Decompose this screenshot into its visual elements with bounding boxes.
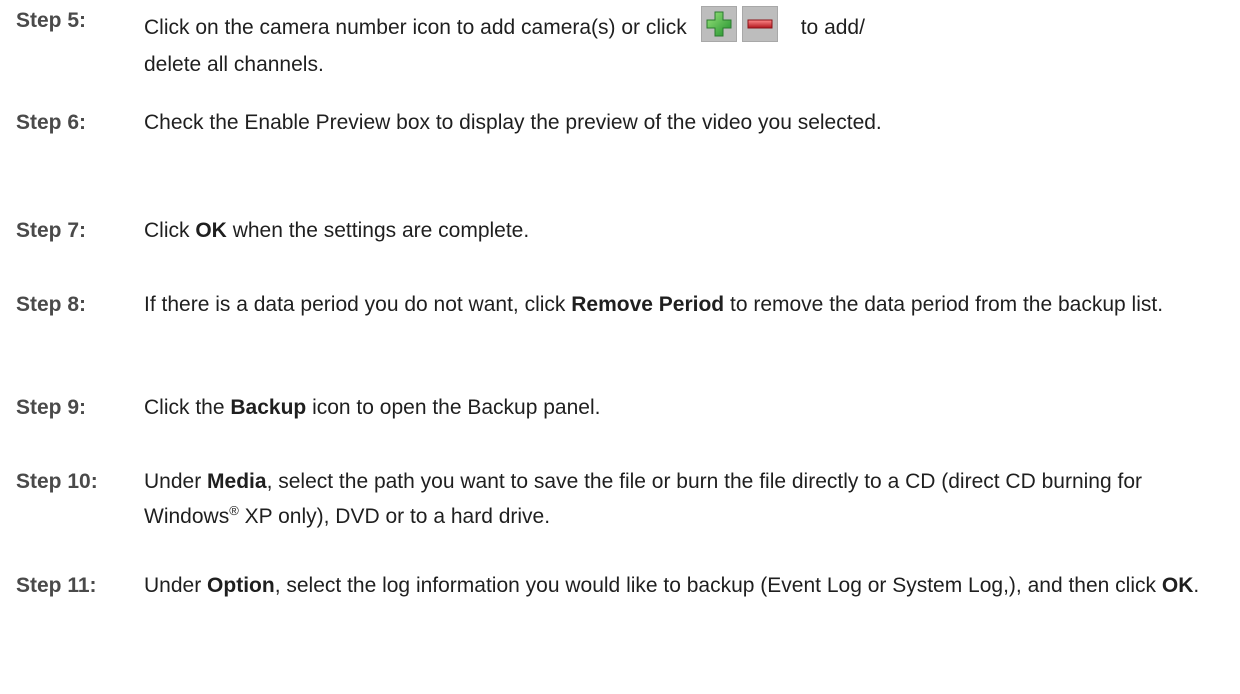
registered-mark: ® — [229, 503, 239, 518]
step-6: Step 6: Check the Enable Preview box to … — [16, 108, 1224, 137]
step-text: Under Media, select the path you want to… — [144, 467, 1224, 531]
step-10: Step 10: Under Media, select the path yo… — [16, 467, 1224, 531]
delete-all-channels-button[interactable] — [741, 6, 778, 42]
add-all-channels-button[interactable] — [700, 6, 737, 42]
step-5: Step 5: Click on the camera number icon … — [16, 6, 1224, 79]
step-label: Step 7: — [16, 219, 87, 242]
step-text-part: to remove the data period from the backu… — [729, 293, 1164, 316]
step-text: Click the Backup icon to open the Backup… — [144, 393, 1224, 422]
step-text-part: XP only), DVD or to a hard drive. — [244, 505, 551, 528]
step-text: Click on the camera number icon to add c… — [144, 6, 1224, 79]
step-7: Step 7: Click OK when the settings are c… — [16, 216, 1224, 245]
step-text: Check the Enable Preview box to display … — [144, 111, 882, 134]
step-text-part: Under — [144, 574, 202, 597]
step-text-part: Click the — [144, 396, 225, 419]
media-keyword: Media — [207, 470, 267, 493]
step-label: Step 6: — [16, 111, 87, 134]
step-text: Click OK when the settings are complete. — [144, 216, 1224, 245]
channel-buttons — [700, 6, 783, 50]
step-text-part: delete all channels. — [144, 53, 324, 76]
minus-icon — [747, 19, 773, 29]
option-keyword: Option — [207, 574, 275, 597]
step-text-part: to add/ — [800, 16, 865, 39]
step-text-part: Click on the camera number icon to add c… — [144, 16, 687, 39]
step-label: Step 10: — [16, 470, 98, 493]
step-label: Step 9: — [16, 396, 87, 419]
step-label: Step 11: — [16, 574, 97, 597]
remove-period-keyword: Remove Period — [571, 293, 725, 316]
step-label: Step 8: — [16, 293, 87, 316]
step-text-part: Under — [144, 470, 202, 493]
step-text: If there is a data period you do not wan… — [144, 290, 1224, 319]
step-text-part: . — [1193, 574, 1200, 597]
step-text-part: when the settings are complete. — [232, 219, 530, 242]
step-8: Step 8: If there is a data period you do… — [16, 290, 1224, 319]
backup-keyword: Backup — [230, 396, 307, 419]
ok-keyword: OK — [1161, 574, 1194, 597]
step-9: Step 9: Click the Backup icon to open th… — [16, 393, 1224, 422]
step-text-part: , select the log information you would l… — [274, 574, 1157, 597]
step-text: Under Option, select the log information… — [144, 571, 1224, 600]
ok-keyword: OK — [195, 219, 227, 242]
step-text-part: If there is a data period you do not wan… — [144, 293, 566, 316]
step-text-part: Click — [144, 219, 190, 242]
step-11: Step 11: Under Option, select the log in… — [16, 571, 1224, 600]
step-label: Step 5: — [16, 9, 87, 32]
plus-icon — [706, 11, 732, 37]
step-text-part: icon to open the Backup panel. — [312, 396, 601, 419]
